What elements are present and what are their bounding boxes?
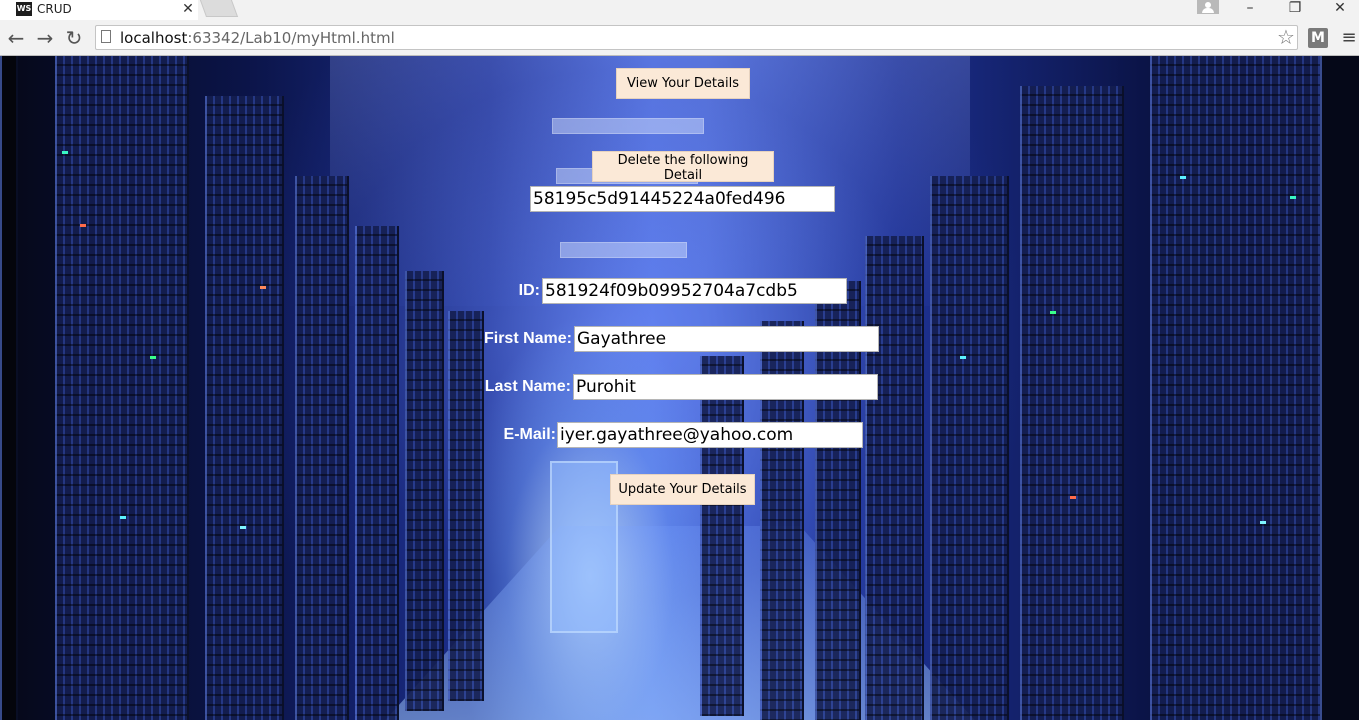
- browser-tab[interactable]: WS CRUD ✕: [0, 0, 198, 20]
- background-door: [550, 461, 618, 633]
- close-window-icon[interactable]: ✕: [1318, 0, 1359, 18]
- address-bar[interactable]: localhost:63342/Lab10/myHtml.html: [95, 25, 1298, 50]
- update-details-button[interactable]: Update Your Details: [610, 474, 755, 505]
- status-led: [1050, 311, 1056, 314]
- server-rack: [295, 176, 349, 720]
- browser-menu-icon[interactable]: ≡: [1340, 26, 1358, 50]
- last-name-label: Last Name:: [484, 378, 571, 395]
- status-led: [150, 356, 156, 359]
- server-rack: [405, 271, 444, 711]
- id-label: ID:: [518, 282, 540, 299]
- server-rack: [205, 96, 284, 720]
- url-host: localhost: [120, 29, 188, 47]
- ceiling-light: [552, 118, 704, 134]
- server-rack: [930, 176, 1009, 720]
- status-led: [960, 356, 966, 359]
- url-path: :63342/Lab10/myHtml.html: [187, 29, 395, 47]
- server-rack: [700, 356, 744, 716]
- status-led: [1290, 196, 1296, 199]
- delete-detail-button[interactable]: Delete the following Detail: [592, 151, 774, 183]
- back-arrow-icon[interactable]: ←: [4, 26, 28, 50]
- minimize-icon[interactable]: –: [1228, 0, 1272, 18]
- id-input[interactable]: 581924f09b09952704a7cdb5: [542, 278, 847, 304]
- extension-icon[interactable]: M: [1308, 28, 1328, 48]
- page-viewport: View Your Details Delete the following D…: [0, 56, 1359, 720]
- view-details-button[interactable]: View Your Details: [616, 68, 750, 99]
- last-name-input[interactable]: Purohit: [573, 374, 878, 400]
- server-rack: [0, 56, 18, 720]
- first-name-label: First Name:: [483, 330, 572, 347]
- server-rack: [55, 56, 189, 720]
- tab-favicon-icon: WS: [16, 2, 32, 16]
- status-led: [240, 526, 246, 529]
- status-led: [80, 224, 86, 227]
- forward-arrow-icon[interactable]: →: [33, 26, 57, 50]
- first-name-input[interactable]: Gayathree: [574, 326, 879, 352]
- restore-icon[interactable]: ❐: [1273, 0, 1317, 18]
- email-label: E-Mail:: [503, 426, 556, 443]
- user-profile-icon[interactable]: [1197, 0, 1219, 14]
- server-rack: [355, 226, 399, 720]
- status-led: [120, 516, 126, 519]
- ceiling-light: [560, 242, 687, 258]
- server-rack: [865, 236, 924, 720]
- new-tab-button[interactable]: [199, 0, 239, 17]
- server-rack: [1020, 86, 1124, 720]
- reload-icon[interactable]: ↻: [62, 26, 86, 50]
- delete-id-input[interactable]: 58195c5d91445224a0fed496: [530, 186, 835, 212]
- bookmark-star-icon[interactable]: ☆: [1274, 24, 1298, 50]
- status-led: [1260, 521, 1266, 524]
- status-led: [62, 151, 68, 154]
- server-rack: [1150, 56, 1324, 720]
- status-led: [1070, 496, 1076, 499]
- email-input[interactable]: iyer.gayathree@yahoo.com: [557, 422, 863, 448]
- status-led: [260, 286, 266, 289]
- server-rack: [448, 311, 484, 701]
- tab-title: CRUD: [37, 2, 72, 16]
- status-led: [1180, 176, 1186, 179]
- url-text: localhost:63342/Lab10/myHtml.html: [120, 29, 395, 47]
- page-icon: [101, 30, 111, 43]
- server-rack: [1320, 56, 1359, 720]
- title-bar: WS CRUD ✕ – ❐ ✕: [0, 0, 1359, 20]
- tab-close-icon[interactable]: ✕: [181, 0, 195, 18]
